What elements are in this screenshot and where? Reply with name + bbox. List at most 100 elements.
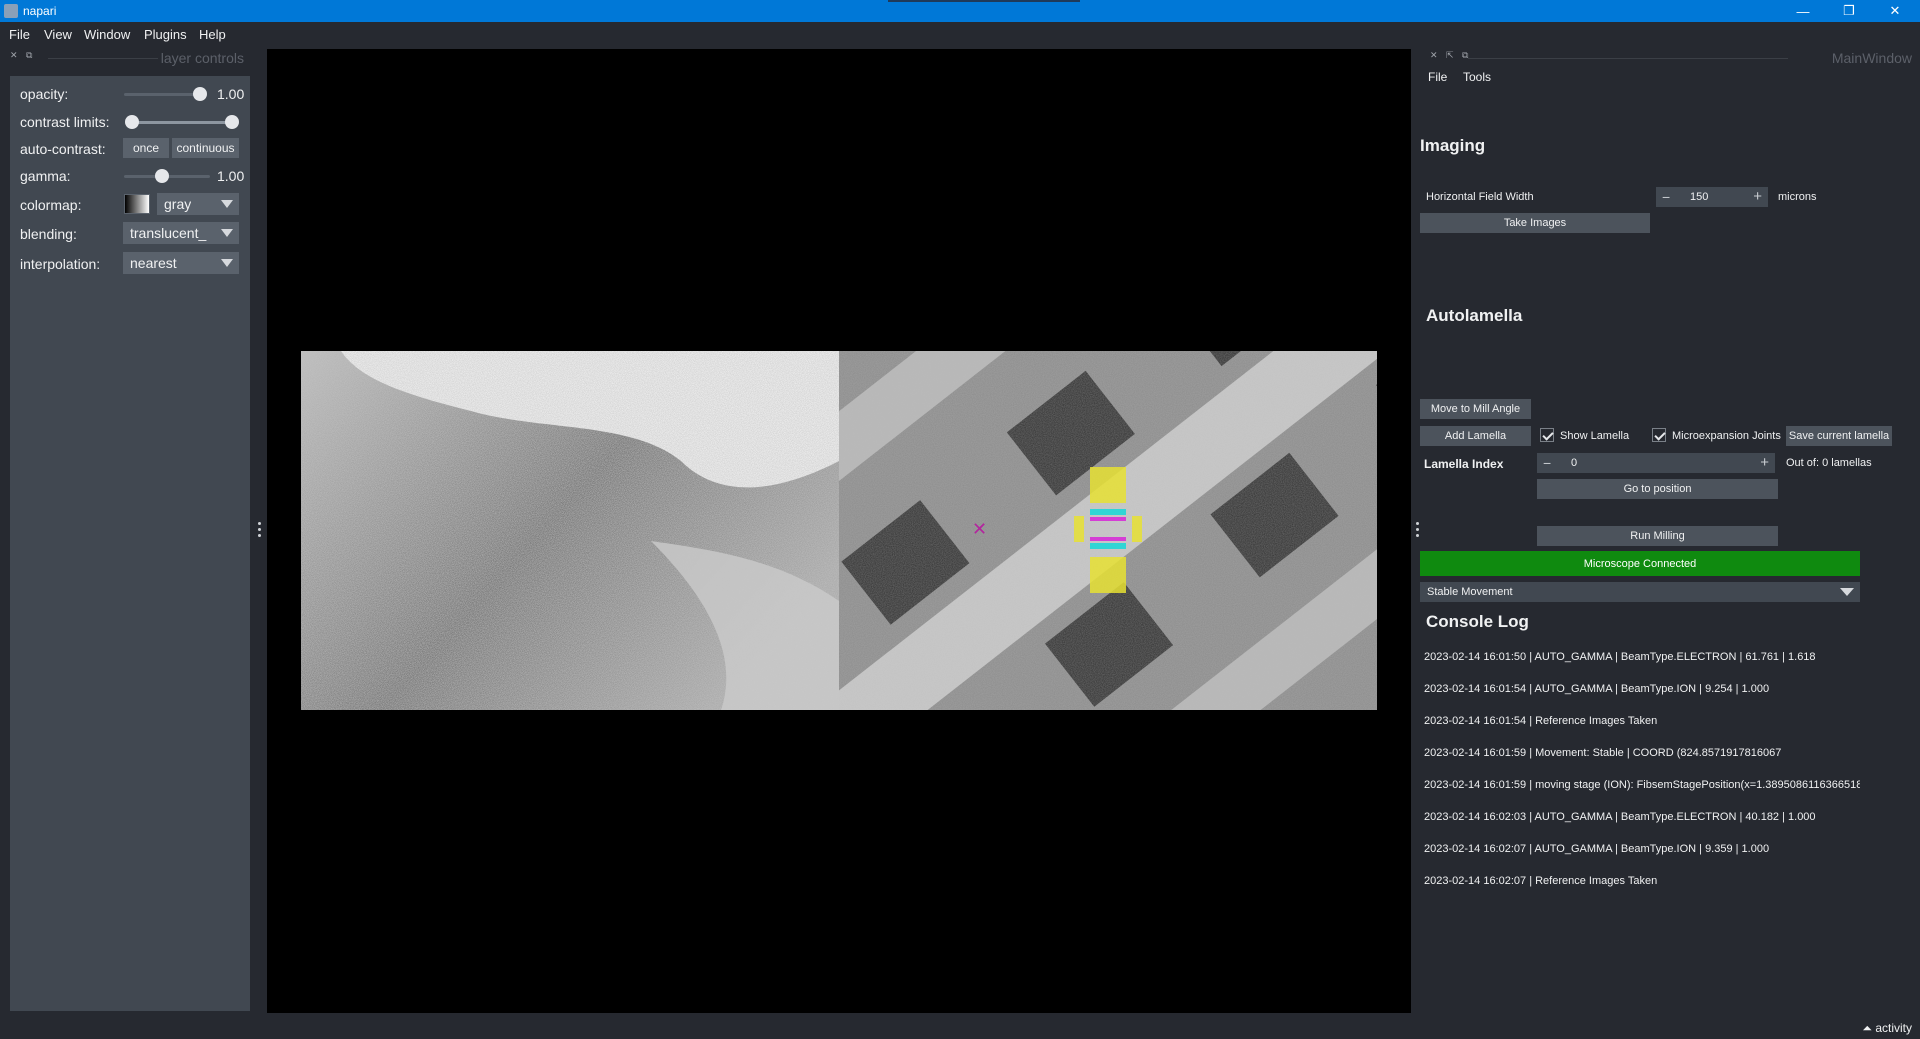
log-line: 2023-02-14 16:01:50 | AUTO_GAMMA | BeamT… <box>1424 651 1816 663</box>
dock-drag-handle[interactable] <box>48 58 158 59</box>
panel-menu-tools[interactable]: Tools <box>1463 70 1491 84</box>
colormap-value: gray <box>164 196 192 212</box>
microexpansion-right <box>1132 516 1142 542</box>
log-line: 2023-02-14 16:01:54 | Reference Images T… <box>1424 715 1658 727</box>
dock-float-icon[interactable]: ⧉ <box>26 50 32 61</box>
microexpansion-label[interactable]: Microexpansion Joints <box>1672 430 1781 442</box>
chevron-down-icon <box>221 200 233 208</box>
dock-float-icon[interactable]: ⧉ <box>1462 50 1468 61</box>
log-line: 2023-02-14 16:02:07 | Reference Images T… <box>1424 875 1658 887</box>
trench-upper <box>1090 509 1126 515</box>
title-drag-indicator <box>888 0 1080 2</box>
interpolation-value: nearest <box>130 255 177 271</box>
dock-close-icon[interactable]: ✕ <box>10 50 18 61</box>
gamma-slider-handle[interactable] <box>155 169 169 183</box>
contrast-max-handle[interactable] <box>225 115 239 129</box>
close-button[interactable]: ✕ <box>1872 0 1918 22</box>
hfw-value[interactable]: 150 <box>1690 191 1708 203</box>
menu-view[interactable]: View <box>44 27 72 42</box>
dock-drag-handle[interactable] <box>1468 58 1788 59</box>
lamella-count-label: Out of: 0 lamellas <box>1786 457 1872 469</box>
microexpansion-checkbox[interactable] <box>1652 428 1666 442</box>
opacity-slider[interactable] <box>124 93 200 96</box>
log-line: 2023-02-14 16:01:59 | Movement: Stable |… <box>1424 747 1782 759</box>
blending-row: blending: translucent_ <box>10 220 250 246</box>
menu-plugins[interactable]: Plugins <box>144 27 187 42</box>
auto-contrast-once-button[interactable]: once <box>123 138 169 158</box>
menu-window[interactable]: Window <box>84 27 130 42</box>
gamma-value[interactable]: 1.00 <box>217 168 250 184</box>
microexpansion-left <box>1074 516 1084 542</box>
colormap-select[interactable]: gray <box>157 193 239 215</box>
contrast-min-handle[interactable] <box>125 115 139 129</box>
opacity-value[interactable]: 1.00 <box>217 86 250 102</box>
lamella-index-value[interactable]: 0 <box>1571 457 1577 469</box>
increment-icon[interactable]: + <box>1753 188 1762 205</box>
go-to-position-button[interactable]: Go to position <box>1537 479 1778 499</box>
auto-contrast-label: auto-contrast: <box>20 141 106 157</box>
log-line: 2023-02-14 16:01:59 | moving stage (ION)… <box>1424 779 1860 791</box>
show-lamella-checkbox[interactable] <box>1540 428 1554 442</box>
blending-label: blending: <box>20 226 77 242</box>
dock-undock-icon[interactable]: ⇱ <box>1446 50 1454 61</box>
auto-contrast-row: auto-contrast: once continuous <box>10 135 250 161</box>
chevron-down-icon <box>221 259 233 267</box>
interpolation-label: interpolation: <box>20 256 101 272</box>
movement-mode-select[interactable]: Stable Movement <box>1420 582 1860 602</box>
save-current-lamella-button[interactable]: Save current lamella <box>1786 426 1892 446</box>
ion-beam-image[interactable]: ✕ <box>839 351 1377 710</box>
interpolation-row: interpolation: nearest <box>10 250 250 276</box>
left-dock-splitter[interactable] <box>258 522 262 540</box>
microscope-status-bar: Microscope Connected <box>1420 551 1860 576</box>
blending-select[interactable]: translucent_ <box>123 222 239 244</box>
take-images-button[interactable]: Take Images <box>1420 213 1650 233</box>
colormap-row: colormap: gray <box>10 191 250 217</box>
maximize-button[interactable]: ❐ <box>1826 0 1872 22</box>
decrement-icon[interactable]: − <box>1662 189 1670 205</box>
milling-pattern-top <box>1090 467 1126 503</box>
show-lamella-label[interactable]: Show Lamella <box>1560 430 1629 442</box>
move-to-mill-angle-button[interactable]: Move to Mill Angle <box>1420 399 1531 419</box>
contrast-limits-slider[interactable] <box>132 121 232 124</box>
increment-icon[interactable]: + <box>1760 454 1769 471</box>
activity-button[interactable]: ⏶ activity <box>1862 1021 1912 1036</box>
trench-lower <box>1090 543 1126 549</box>
gamma-row: gamma: 1.00 <box>10 162 250 188</box>
colormap-preview <box>124 194 150 214</box>
opacity-label: opacity: <box>20 86 69 102</box>
chevron-down-icon <box>221 229 233 237</box>
movement-mode-value: Stable Movement <box>1427 586 1513 598</box>
console-log-heading: Console Log <box>1426 612 1529 631</box>
menu-help[interactable]: Help <box>199 27 226 42</box>
interpolation-select[interactable]: nearest <box>123 252 239 274</box>
activity-label: activity <box>1875 1021 1912 1035</box>
napari-logo-icon <box>4 4 18 18</box>
log-line: 2023-02-14 16:01:54 | AUTO_GAMMA | BeamT… <box>1424 683 1770 695</box>
opacity-slider-handle[interactable] <box>193 87 207 101</box>
main-window-dock-header: ✕ ⇱ ⧉ MainWindow <box>1428 50 1912 66</box>
menu-bar: File View Window Plugins Help <box>0 22 1920 48</box>
run-milling-button[interactable]: Run Milling <box>1537 526 1778 546</box>
decrement-icon[interactable]: − <box>1543 455 1551 471</box>
electron-beam-image[interactable] <box>301 351 839 710</box>
add-lamella-button[interactable]: Add Lamella <box>1420 426 1531 446</box>
lamella-index-label: Lamella Index <box>1424 457 1504 471</box>
window-title: napari <box>23 4 57 18</box>
auto-contrast-continuous-button[interactable]: continuous <box>172 138 239 158</box>
colormap-label: colormap: <box>20 197 82 213</box>
hfw-spinbox[interactable]: − 150 + <box>1656 187 1768 207</box>
panel-menu-file[interactable]: File <box>1428 70 1447 84</box>
minimize-button[interactable]: — <box>1780 0 1826 22</box>
blending-value: translucent_ <box>130 225 207 241</box>
position-marker-icon[interactable]: ✕ <box>972 519 987 540</box>
status-bar: ⏶ activity <box>0 1013 1920 1039</box>
autolamella-panel: File Tools Imaging Horizontal Field Widt… <box>1420 66 1920 1026</box>
dock-close-icon[interactable]: ✕ <box>1430 50 1438 61</box>
lamella-index-spinbox[interactable]: − 0 + <box>1537 453 1775 473</box>
menu-file[interactable]: File <box>9 27 30 42</box>
image-layer[interactable]: ✕ <box>301 351 1377 710</box>
electron-beam-noise <box>301 351 839 710</box>
log-line: 2023-02-14 16:02:03 | AUTO_GAMMA | BeamT… <box>1424 811 1816 823</box>
hfw-label: Horizontal Field Width <box>1426 191 1534 203</box>
log-line: 2023-02-14 16:02:07 | AUTO_GAMMA | BeamT… <box>1424 843 1770 855</box>
